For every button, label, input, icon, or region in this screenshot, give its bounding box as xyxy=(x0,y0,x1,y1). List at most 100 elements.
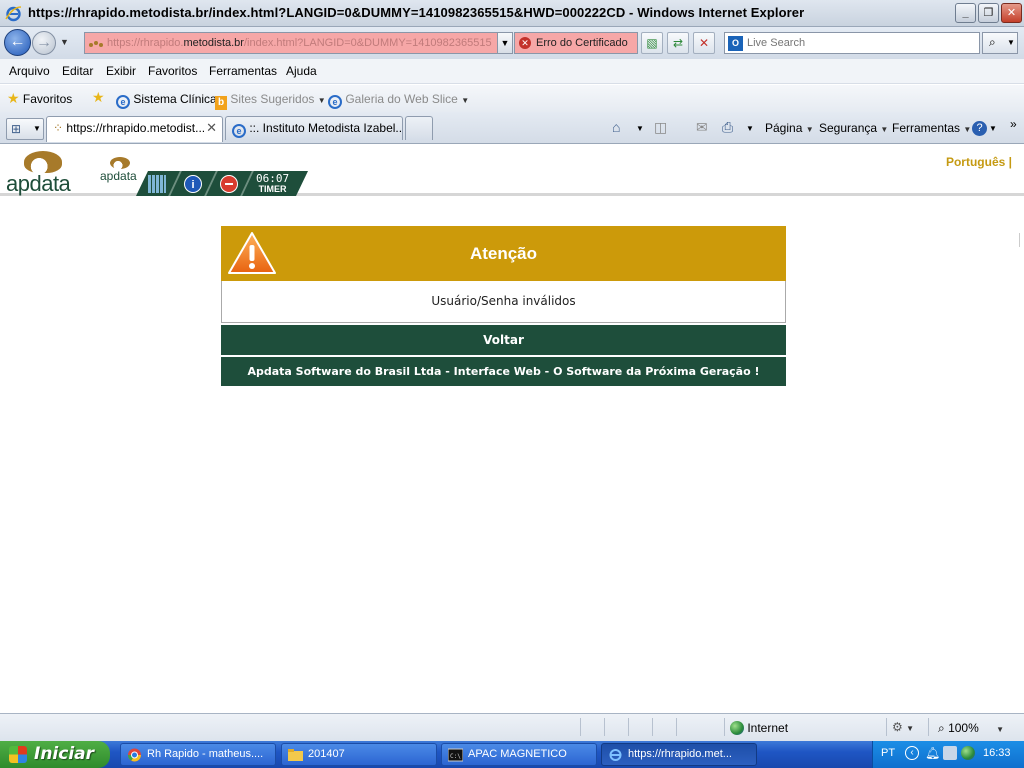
protected-mode-icon[interactable]: ⚙ ▼ xyxy=(892,720,914,734)
apdata-small-logo: apdata xyxy=(100,157,137,183)
info-icon[interactable]: i xyxy=(184,175,202,193)
window-title: https://rhrapido.metodista.br/index.html… xyxy=(28,5,805,20)
bing-icon: b xyxy=(215,96,227,110)
page-menu[interactable]: Página ▼ xyxy=(765,121,814,135)
status-bar: Internet ⚙ ▼ ⌕ 100% ▼ xyxy=(0,713,1024,741)
print-icon[interactable]: ⎙ xyxy=(722,119,733,136)
tray-expand-icon[interactable]: ‹ xyxy=(905,746,919,760)
menu-arquivo[interactable]: Arquivo xyxy=(9,64,50,78)
language-link[interactable]: Português | xyxy=(946,155,1012,169)
home-dropdown-icon[interactable]: ▼ xyxy=(636,124,644,133)
favorites-button[interactable]: ★ Favoritos xyxy=(7,90,72,107)
favorite-galeria-web-slice[interactable]: e Galeria do Web Slice ▼ xyxy=(328,92,469,109)
taskbar-item-label: 201407 xyxy=(308,748,345,760)
address-bar[interactable]: https://rhrapido.metodista.br/index.html… xyxy=(84,32,513,54)
apdata-swirl-icon xyxy=(110,157,130,169)
favorites-star-icon: ★ xyxy=(7,90,20,106)
alert-dialog: Atenção Usuário/Senha inválidos Voltar A… xyxy=(221,226,786,386)
certificate-error-button[interactable]: ✕ Erro do Certificado xyxy=(514,32,638,54)
back-arrow-icon: ← xyxy=(9,33,26,50)
tab-rhrapido[interactable]: ⁘ https://rhrapido.metodist... ✕ xyxy=(46,116,223,142)
minimize-button[interactable]: _ xyxy=(955,3,976,23)
chevron-down-icon: ▼ xyxy=(461,96,470,105)
close-window-button[interactable]: ✕ xyxy=(1001,3,1022,23)
menu-favoritos[interactable]: Favoritos xyxy=(148,64,197,78)
print-dropdown-icon[interactable]: ▼ xyxy=(746,124,754,133)
new-tab-button[interactable] xyxy=(405,116,433,140)
menu-ferramentas[interactable]: Ferramentas xyxy=(209,64,277,78)
tools-menu[interactable]: Ferramentas ▼ xyxy=(892,121,971,135)
refresh-icon: ⇄ xyxy=(672,36,684,50)
quick-tabs-button[interactable]: ⊞ ▼ xyxy=(6,118,44,140)
menu-editar[interactable]: Editar xyxy=(62,64,93,78)
status-divider xyxy=(604,718,605,736)
windows-taskbar: Iniciar Rh Rapido - matheus.... 201407 C… xyxy=(0,741,1024,768)
system-clock[interactable]: 16:33 xyxy=(983,747,1011,759)
zoom-level[interactable]: ⌕ 100% ▼ xyxy=(938,721,1004,736)
stop-button[interactable]: ✕ xyxy=(693,32,715,54)
search-box[interactable]: O xyxy=(724,32,980,54)
security-zone[interactable]: Internet xyxy=(730,721,788,735)
forward-button[interactable]: → xyxy=(32,31,56,55)
network-icon[interactable] xyxy=(943,746,957,760)
favorite-label: Sistema Clínica xyxy=(133,92,217,106)
tray-globe-icon[interactable] xyxy=(961,746,975,760)
zoom-value: 100% xyxy=(948,721,979,735)
chevron-down-icon: ▼ xyxy=(805,125,814,134)
more-commands-chevron-icon[interactable]: » xyxy=(1010,117,1017,131)
favorite-sistema-clinica[interactable]: e Sistema Clínica xyxy=(116,92,217,109)
search-button[interactable]: ⌕ ▼ xyxy=(982,32,1018,54)
forward-arrow-icon: → xyxy=(36,34,52,51)
apdata-logo: apdata xyxy=(6,149,78,196)
timer-value: 06:07 xyxy=(256,172,290,185)
help-icon[interactable]: ? xyxy=(972,121,987,136)
safety-menu[interactable]: Segurança ▼ xyxy=(819,121,888,135)
exit-icon[interactable] xyxy=(220,175,238,193)
menu-exibir[interactable]: Exibir xyxy=(106,64,136,78)
zone-label: Internet xyxy=(747,721,789,735)
read-mail-icon[interactable]: ✉ xyxy=(696,119,708,136)
refresh-button[interactable]: ⇄ xyxy=(667,32,689,54)
tab-instituto-metodista[interactable]: e ::. Instituto Metodista Izabel... xyxy=(225,116,403,140)
start-button[interactable]: Iniciar xyxy=(0,741,110,768)
back-voltar-button[interactable]: Voltar xyxy=(221,325,786,355)
feeds-icon[interactable]: ◫ xyxy=(654,119,667,136)
home-icon[interactable]: ⌂ xyxy=(612,119,620,135)
maximize-button[interactable]: ❐ xyxy=(978,3,999,23)
help-dropdown-icon[interactable]: ▼ xyxy=(989,124,997,133)
compatibility-view-button[interactable]: ▧ xyxy=(641,32,663,54)
apdata-footer: Apdata Software do Brasil Ltda - Interfa… xyxy=(221,357,786,386)
taskbar-item-folder[interactable]: 201407 xyxy=(281,743,437,766)
menu-ajuda[interactable]: Ajuda xyxy=(286,64,317,78)
tab-list-dropdown-icon[interactable]: ▼ xyxy=(33,124,41,133)
grid-icon[interactable] xyxy=(148,175,166,193)
ie-page-icon: e xyxy=(116,95,130,109)
taskbar-item-chrome[interactable]: Rh Rapido - matheus.... xyxy=(120,743,276,766)
magnifier-icon: ⌕ xyxy=(989,35,996,49)
search-input[interactable] xyxy=(747,35,975,51)
notification-bell-icon[interactable]: 🔔︎ xyxy=(925,746,940,760)
recent-pages-dropdown[interactable]: ▼ xyxy=(60,37,69,47)
close-tab-icon[interactable]: ✕ xyxy=(206,120,217,136)
live-search-icon: O xyxy=(728,36,743,51)
back-button[interactable]: ← xyxy=(4,29,31,56)
internet-globe-icon xyxy=(730,721,744,735)
menu-bar: Arquivo Editar Exibir Favoritos Ferramen… xyxy=(0,59,1024,84)
favorite-sites-sugeridos[interactable]: b Sites Sugeridos ▼ xyxy=(215,92,326,110)
add-to-favorites-bar-button[interactable]: ★ xyxy=(92,89,105,106)
taskbar-item-label: https://rhrapido.met... xyxy=(628,748,732,760)
stop-icon: ✕ xyxy=(698,36,710,50)
taskbar-item-ie[interactable]: https://rhrapido.met... xyxy=(601,743,757,766)
timer-label: TIMER xyxy=(258,184,287,194)
window-title-bar[interactable]: https://rhrapido.metodista.br/index.html… xyxy=(0,0,1024,27)
status-divider xyxy=(886,718,887,736)
taskbar-item-label: Rh Rapido - matheus.... xyxy=(147,748,264,760)
status-divider xyxy=(676,718,677,736)
language-indicator[interactable]: PT xyxy=(881,747,895,759)
taskbar-item-cmd[interactable]: C:\ APAC MAGNETICO xyxy=(441,743,597,766)
apdata-logo-text: apdata xyxy=(6,171,71,196)
tab-label: https://rhrapido.metodist... xyxy=(66,121,206,135)
favorite-label: Galeria do Web Slice xyxy=(345,92,458,106)
address-dropdown-button[interactable]: ▼ xyxy=(497,33,512,53)
apdata-header: apdata apdata i 06:07 TIMER Português | xyxy=(0,145,1024,196)
